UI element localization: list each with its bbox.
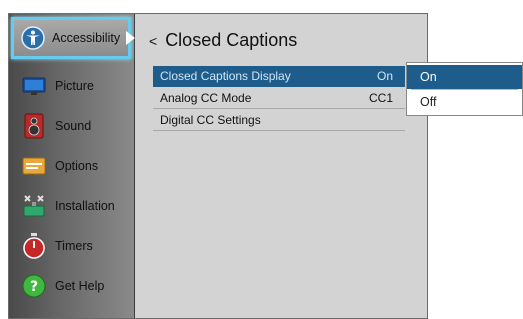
timer-icon — [21, 233, 47, 259]
sidebar-item-get-help[interactable]: ? Get Help — [9, 266, 134, 306]
sidebar-item-label: Options — [55, 159, 99, 173]
svg-text:?: ? — [30, 279, 38, 295]
speaker-icon — [21, 113, 47, 139]
setting-value: On — [376, 69, 393, 83]
settings-sidebar: Accessibility Picture Sound Options Inst… — [9, 14, 136, 318]
setting-label: Digital CC Settings — [160, 113, 261, 127]
sidebar-item-timers[interactable]: Timers — [9, 226, 134, 266]
settings-list: Closed Captions Display On Analog CC Mod… — [153, 66, 405, 132]
sidebar-item-options[interactable]: Options — [9, 146, 134, 186]
chevron-right-icon — [126, 31, 136, 45]
installation-icon — [21, 193, 47, 219]
sidebar-item-label: Timers — [55, 239, 93, 253]
picture-icon — [21, 73, 47, 99]
option-dropdown: On Off — [406, 62, 523, 116]
sidebar-item-label: Accessibility — [52, 31, 121, 45]
sidebar-item-accessibility[interactable]: Accessibility — [11, 17, 136, 59]
setting-row-closed-captions-display[interactable]: Closed Captions Display On — [153, 66, 405, 87]
sidebar-item-label: Sound — [55, 119, 92, 133]
sidebar-item-label: Picture — [55, 79, 94, 93]
tv-settings-window: Accessibility Picture Sound Options Inst… — [8, 13, 428, 319]
accessibility-icon — [20, 25, 46, 51]
sidebar-item-sound[interactable]: Sound — [9, 106, 134, 146]
sidebar-item-installation[interactable]: Installation — [9, 186, 134, 226]
setting-value: CC1 — [368, 91, 393, 105]
page-title-text: Closed Captions — [165, 30, 298, 50]
setting-label: Analog CC Mode — [160, 91, 252, 105]
help-icon: ? — [21, 273, 47, 299]
setting-row-analog-cc-mode[interactable]: Analog CC Mode CC1 — [153, 88, 405, 109]
option-on[interactable]: On — [407, 65, 522, 89]
sidebar-item-picture[interactable]: Picture — [9, 66, 134, 106]
options-icon — [21, 153, 47, 179]
option-off[interactable]: Off — [411, 89, 518, 113]
page-title: < Closed Captions — [149, 30, 297, 51]
sidebar-item-label: Installation — [55, 199, 115, 213]
sidebar-item-label: Get Help — [55, 279, 105, 293]
setting-row-digital-cc-settings[interactable]: Digital CC Settings — [153, 110, 405, 131]
back-icon[interactable]: < — [149, 33, 157, 49]
setting-label: Closed Captions Display — [160, 69, 291, 83]
